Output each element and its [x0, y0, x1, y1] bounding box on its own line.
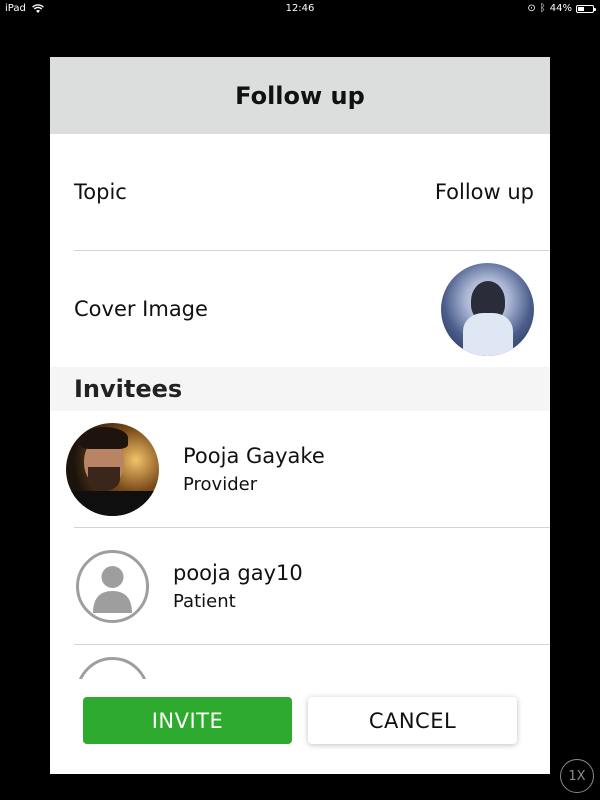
- status-time: 12:46: [285, 3, 315, 14]
- topic-value: Follow up: [434, 180, 534, 204]
- bluetooth-icon: ᛒ: [539, 3, 546, 14]
- topic-label: Topic: [74, 180, 127, 204]
- status-bar: iPad 12:46 ⊙ ᛒ 44%: [0, 0, 600, 18]
- status-right: ⊙ ᛒ 44%: [527, 3, 596, 14]
- cover-image-label: Cover Image: [74, 297, 208, 321]
- invitee-row[interactable]: pooja gay10 Patient: [50, 528, 550, 644]
- cover-image-row[interactable]: Cover Image: [50, 251, 550, 367]
- invitees-header: Invitees: [50, 367, 550, 411]
- avatar: [66, 422, 159, 516]
- avatar-placeholder-icon: [76, 549, 149, 623]
- zoom-button[interactable]: 1X: [560, 759, 594, 793]
- cover-image-thumbnail[interactable]: [441, 262, 534, 356]
- follow-up-modal: Follow up Topic Follow up Cover Image In…: [50, 57, 550, 774]
- battery-percent: 44%: [549, 3, 572, 14]
- invitee-row[interactable]: Pooja Gayake Provider: [50, 411, 550, 527]
- invitee-role: Provider: [183, 473, 258, 495]
- rotation-lock-icon: ⊙: [527, 3, 536, 14]
- invitee-name: Pooja Gayake: [183, 443, 325, 468]
- invite-button[interactable]: INVITE: [83, 697, 292, 744]
- topic-row[interactable]: Topic Follow up: [50, 134, 550, 250]
- modal-title: Follow up: [50, 57, 550, 134]
- cancel-button[interactable]: CANCEL: [308, 697, 517, 744]
- battery-icon: [576, 4, 596, 13]
- invitee-role: Patient: [173, 590, 236, 612]
- modal-footer: INVITE CANCEL: [50, 679, 550, 774]
- invitee-name: pooja gay10: [173, 560, 303, 585]
